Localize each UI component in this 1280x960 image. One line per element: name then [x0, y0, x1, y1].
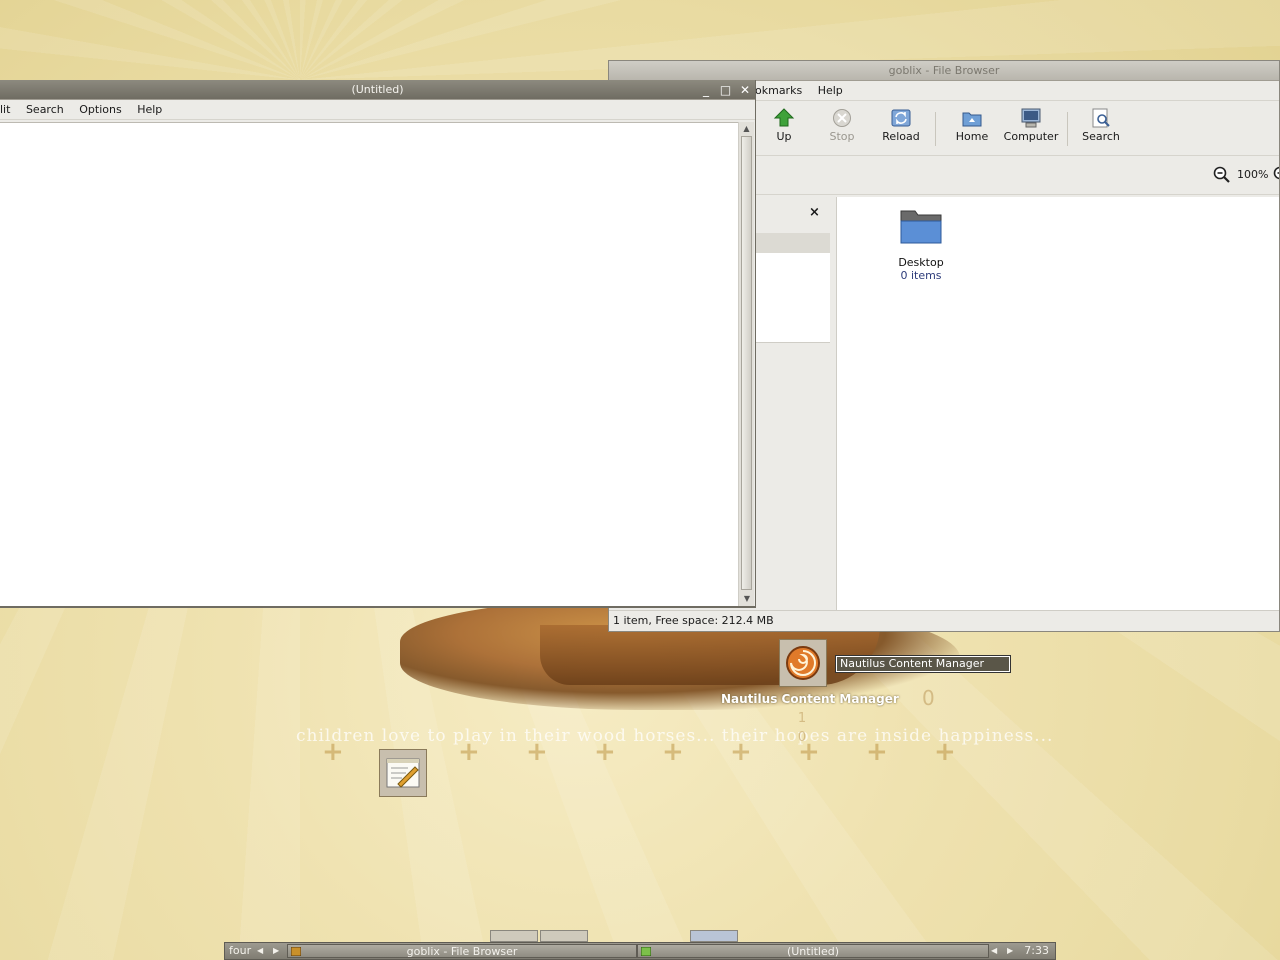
nautilus-shell-icon	[786, 646, 820, 680]
zoom-level[interactable]: 100%	[1237, 168, 1268, 181]
home-button[interactable]: Home	[942, 108, 1002, 143]
workspace-name[interactable]: four	[229, 943, 251, 959]
reload-button-label: Reload	[882, 130, 920, 143]
menu-edit[interactable]: lit	[0, 103, 10, 116]
clock[interactable]: 7:33	[1024, 943, 1049, 959]
folder-icon	[900, 210, 942, 244]
up-arrow-icon	[773, 108, 795, 127]
text-editor-icon	[641, 947, 651, 956]
task-text-editor[interactable]: (Untitled)	[637, 944, 989, 958]
wallpaper-cross: +	[322, 737, 344, 767]
task-label: goblix - File Browser	[406, 945, 518, 958]
computer-icon	[1021, 108, 1041, 128]
tasklist-prev-icon[interactable]: ◀	[991, 943, 997, 959]
task-file-browser[interactable]: goblix - File Browser	[287, 944, 637, 958]
file-view[interactable]: Desktop 0 items	[836, 197, 1279, 610]
zoom-in-icon[interactable]	[1273, 166, 1280, 184]
text-editor-menubar: lit Search Options Help	[0, 100, 755, 120]
task-label: (Untitled)	[786, 945, 840, 958]
window-controls: _ □ ✕	[698, 81, 753, 99]
file-browser-icon	[291, 947, 301, 956]
up-button[interactable]: Up	[754, 108, 814, 143]
wallpaper-wood-plank	[540, 625, 880, 685]
text-editor-window[interactable]: (Untitled) _ □ ✕ lit Search Options Help…	[0, 80, 756, 608]
toolbar-separator	[935, 112, 936, 146]
scroll-down-icon[interactable]: ▼	[739, 592, 755, 606]
home-folder-icon	[962, 112, 982, 127]
menu-help[interactable]: Help	[818, 84, 843, 97]
wallpaper-cross: +	[866, 737, 888, 767]
folder-name: Desktop	[898, 256, 944, 269]
text-editor-title: (Untitled)	[351, 83, 404, 96]
folder-item[interactable]: Desktop 0 items	[887, 205, 955, 282]
reload-button[interactable]: Reload	[871, 108, 931, 143]
wallpaper-cross: +	[730, 737, 752, 767]
menu-search[interactable]: Search	[26, 103, 64, 116]
status-bar: 1 item, Free space: 212.4 MB	[609, 610, 1279, 631]
computer-button-label: Computer	[1003, 130, 1059, 143]
stop-button[interactable]: Stop	[812, 108, 872, 143]
search-button-label: Search	[1082, 130, 1120, 143]
wallpaper-digit: 0	[922, 686, 935, 710]
text-editor-icon	[386, 758, 420, 788]
wallpaper-cross: +	[526, 737, 548, 767]
toolbar-separator	[1067, 112, 1068, 146]
scroll-up-icon[interactable]: ▲	[739, 122, 754, 136]
desktop-icon-rename-field[interactable]: Nautilus Content Manager	[835, 655, 1011, 673]
minimize-button[interactable]: _	[698, 81, 714, 99]
tasklist-next-icon[interactable]: ▶	[1007, 943, 1013, 959]
nautilus-desktop-label: Nautilus Content Manager	[721, 692, 899, 706]
stop-button-label: Stop	[829, 130, 855, 143]
computer-button[interactable]: Computer	[1001, 108, 1061, 143]
zoom-out-icon[interactable]	[1213, 166, 1231, 184]
menu-help[interactable]: Help	[137, 103, 162, 116]
workspace-next-icon[interactable]: ▶	[273, 943, 279, 959]
workspace-prev-icon[interactable]: ◀	[257, 943, 263, 959]
search-icon	[1092, 108, 1110, 128]
wallpaper-cross: +	[458, 737, 480, 767]
side-pane-header	[755, 233, 830, 253]
launcher-button[interactable]	[490, 930, 538, 942]
side-pane-list[interactable]	[755, 253, 830, 343]
stop-icon	[833, 109, 851, 127]
search-button[interactable]: Search	[1071, 108, 1131, 143]
launcher-button[interactable]	[690, 930, 738, 942]
side-pane: ×	[755, 197, 830, 610]
vertical-scrollbar[interactable]: ▲ ▼	[738, 122, 754, 606]
bottom-panel: four ◀ ▶ goblix - File Browser (Untitled…	[224, 942, 1056, 960]
text-editor-titlebar[interactable]: (Untitled) _ □ ✕	[0, 80, 755, 100]
text-editor-desktop-icon[interactable]	[379, 749, 427, 797]
wallpaper-cross: +	[662, 737, 684, 767]
scrollbar-thumb[interactable]	[741, 136, 752, 590]
menu-bookmarks[interactable]: okmarks	[755, 84, 802, 97]
wallpaper-quote: children love to play in their wood hors…	[296, 726, 1054, 746]
wallpaper-cross: +	[594, 737, 616, 767]
close-button[interactable]: ✕	[737, 81, 753, 99]
reload-icon	[891, 109, 911, 127]
menu-options[interactable]: Options	[79, 103, 121, 116]
side-pane-close-icon[interactable]: ×	[809, 205, 820, 220]
wallpaper-cross: +	[934, 737, 956, 767]
home-button-label: Home	[955, 130, 989, 143]
file-browser-titlebar[interactable]: goblix - File Browser	[609, 61, 1279, 81]
maximize-button[interactable]: □	[718, 81, 734, 99]
folder-item-count: 0 items	[900, 269, 942, 282]
text-editor-area[interactable]	[0, 122, 738, 606]
up-button-label: Up	[776, 130, 792, 143]
nautilus-desktop-icon[interactable]	[779, 639, 827, 687]
launcher-button[interactable]	[540, 930, 588, 942]
